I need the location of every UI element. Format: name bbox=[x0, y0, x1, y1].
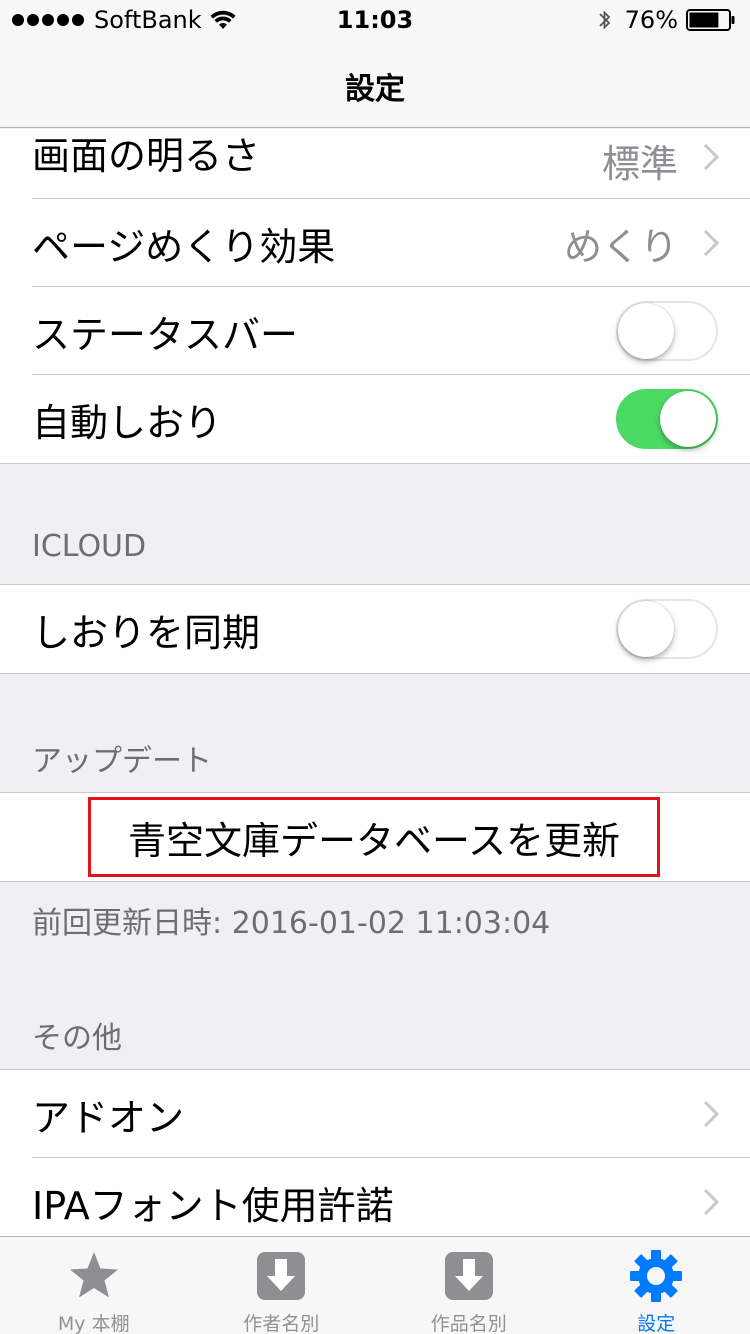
bluetooth-icon bbox=[599, 10, 610, 30]
icloud-group: しおりを同期 bbox=[0, 584, 750, 674]
status-bar-row: ステータスバー bbox=[0, 287, 750, 375]
battery-percentage: 76% bbox=[624, 6, 678, 34]
download-icon bbox=[444, 1252, 493, 1300]
status-bar-label: ステータスバー bbox=[32, 312, 299, 357]
ipa-font-license-row[interactable]: IPAフォント使用許諾 bbox=[0, 1158, 750, 1246]
gear-icon bbox=[630, 1250, 683, 1302]
navigation-bar: 設定 bbox=[0, 40, 750, 128]
update-section-header: アップデート bbox=[32, 744, 212, 779]
divider bbox=[0, 463, 750, 464]
update-button-row: 青空文庫データベースを更新 bbox=[0, 793, 750, 881]
page-title: 設定 bbox=[345, 72, 405, 107]
chevron-right-icon bbox=[703, 1188, 720, 1216]
sync-bookmarks-row: しおりを同期 bbox=[0, 585, 750, 673]
battery-icon bbox=[686, 9, 735, 31]
tab-bar: My 本棚 作者名別 作品名別 設定 bbox=[0, 1236, 750, 1334]
auto-bookmark-row: 自動しおり bbox=[0, 375, 750, 463]
chevron-right-icon bbox=[703, 1100, 720, 1128]
update-database-button[interactable]: 青空文庫データベースを更新 bbox=[88, 797, 660, 877]
icloud-section-header: ICLOUD bbox=[32, 529, 147, 564]
brightness-label: 画面の明るさ bbox=[32, 133, 261, 178]
update-group: 青空文庫データベースを更新 bbox=[0, 792, 750, 882]
auto-bookmark-label: 自動しおり bbox=[32, 400, 223, 445]
sync-bookmarks-label: しおりを同期 bbox=[32, 610, 261, 655]
addons-label: アドオン bbox=[32, 1095, 185, 1140]
tab-label: 設定 bbox=[637, 1313, 676, 1334]
status-right: 76% bbox=[597, 6, 736, 34]
tab-by-author[interactable]: 作者名別 bbox=[188, 1237, 376, 1334]
tab-label: My 本棚 bbox=[57, 1313, 130, 1334]
tab-label: 作者名別 bbox=[243, 1313, 320, 1334]
other-section-header: その他 bbox=[32, 1021, 122, 1056]
page-turn-effect-row[interactable]: ページめくり効果 めくり bbox=[0, 199, 750, 287]
sync-bookmarks-toggle[interactable] bbox=[616, 599, 718, 659]
last-updated-note: 前回更新日時: 2016-01-02 11:03:04 bbox=[32, 906, 551, 941]
page-turn-effect-label: ページめくり効果 bbox=[32, 224, 336, 269]
status-bar-toggle[interactable] bbox=[616, 301, 718, 361]
other-group: アドオン IPAフォント使用許諾 bbox=[0, 1069, 750, 1246]
brightness-row[interactable]: 画面の明るさ 標準 bbox=[0, 129, 750, 199]
download-icon bbox=[257, 1252, 306, 1300]
brightness-value: 標準 bbox=[601, 142, 678, 186]
tab-my-bookshelf[interactable]: My 本棚 bbox=[0, 1237, 188, 1334]
ipa-font-license-label: IPAフォント使用許諾 bbox=[32, 1183, 394, 1228]
chevron-right-icon bbox=[703, 229, 720, 257]
page-turn-effect-value: めくり bbox=[563, 224, 678, 269]
star-icon bbox=[69, 1252, 118, 1298]
tab-settings[interactable]: 設定 bbox=[563, 1237, 750, 1334]
tab-label: 作品名別 bbox=[430, 1313, 507, 1334]
addons-row[interactable]: アドオン bbox=[0, 1070, 750, 1158]
auto-bookmark-toggle[interactable] bbox=[616, 389, 718, 449]
display-settings-group: 画面の明るさ 標準 ページめくり効果 めくり ステータスバー 自動しおり bbox=[0, 129, 750, 463]
chevron-right-icon bbox=[703, 143, 720, 171]
tab-by-title[interactable]: 作品名別 bbox=[375, 1237, 563, 1334]
status-bar: SoftBank 11:03 76% bbox=[0, 0, 750, 40]
